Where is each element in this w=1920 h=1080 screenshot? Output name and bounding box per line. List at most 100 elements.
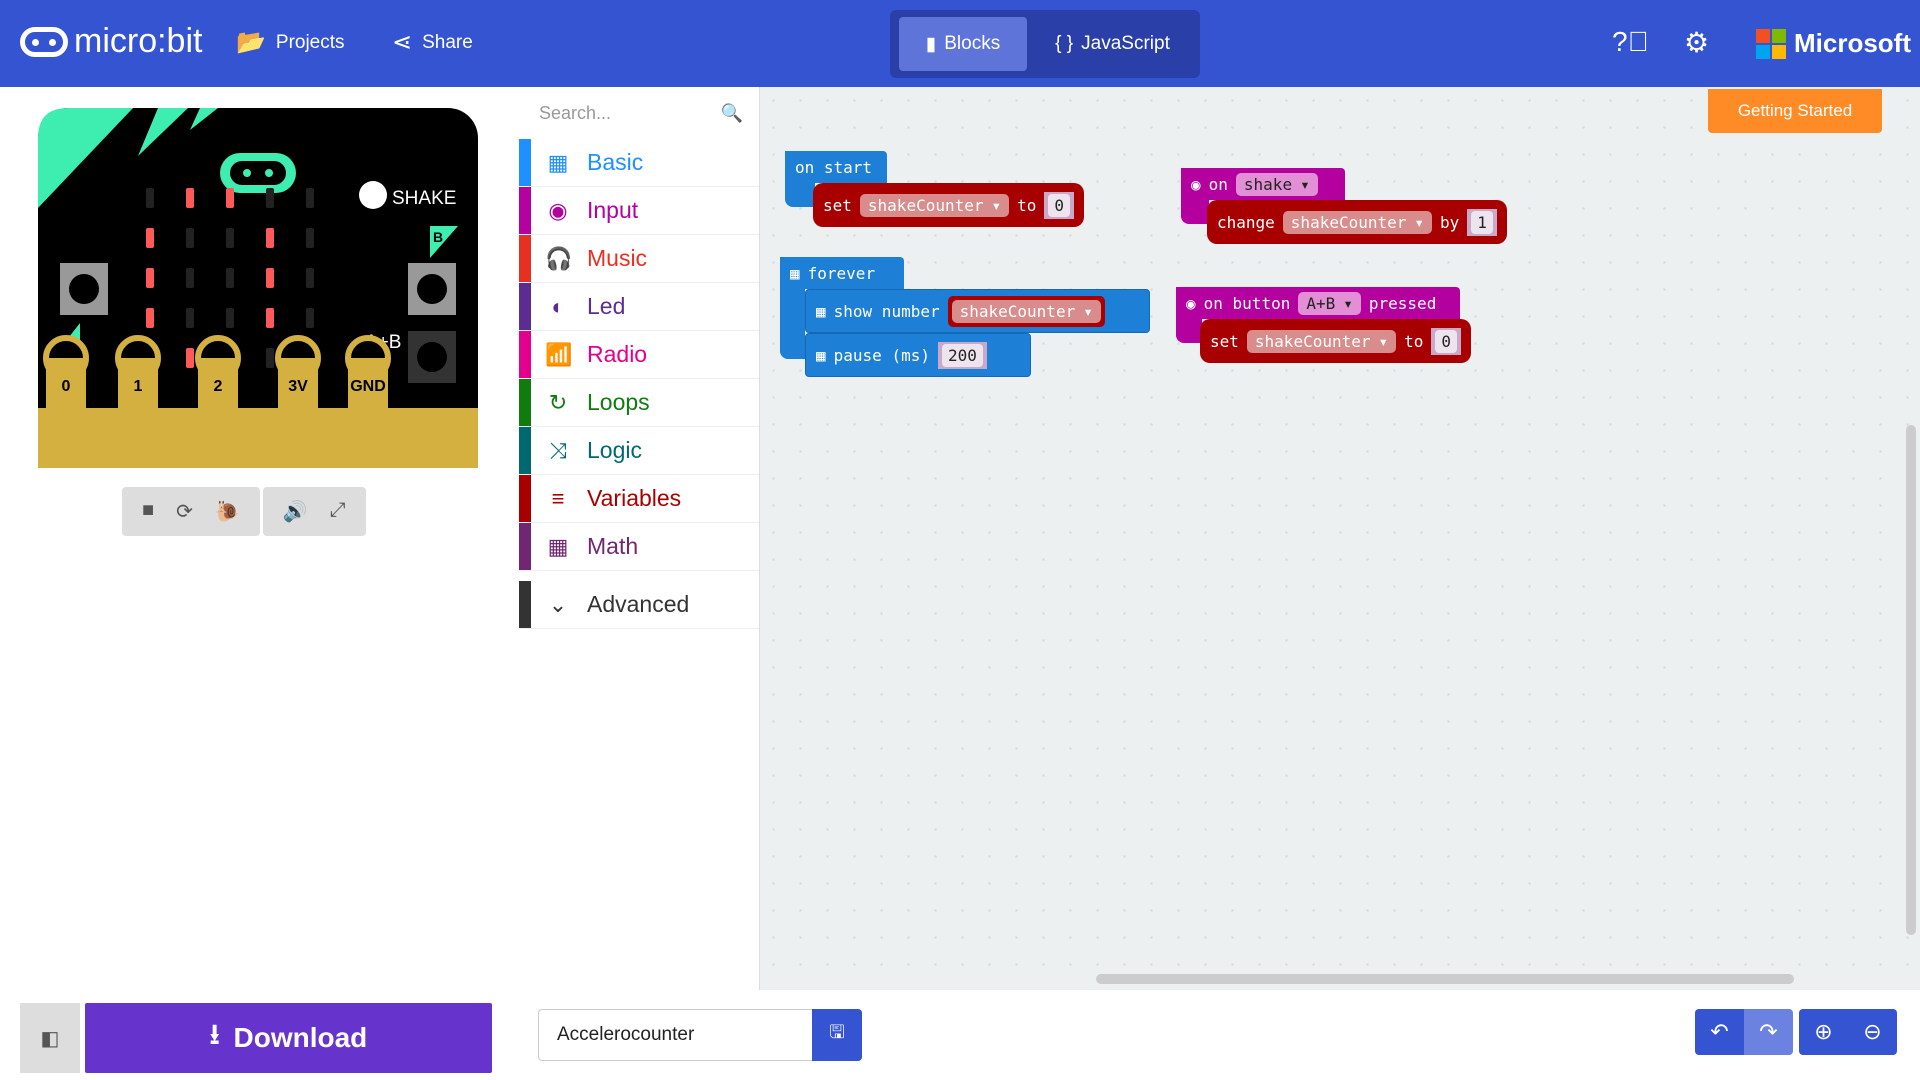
tab-javascript[interactable]: { } JavaScript (1030, 17, 1195, 71)
category-label: Input (587, 197, 639, 223)
download-icon: ⭳ (209, 1019, 220, 1050)
led (186, 228, 194, 248)
projects-button[interactable]: 📂 Projects (236, 28, 345, 57)
share-icon: ⋖ (392, 29, 413, 56)
puzzle-icon: ▮ (925, 33, 937, 55)
music-icon: 🎧 (545, 245, 573, 271)
tab-blocks[interactable]: ▮ Blocks (899, 17, 1027, 71)
undo-button[interactable]: ↶ (1695, 1009, 1744, 1055)
led (266, 228, 274, 248)
project-name-input[interactable]: Accelerocounter (538, 1009, 813, 1061)
stop-icon[interactable]: ■ (142, 499, 154, 524)
led (226, 308, 234, 328)
value-input[interactable]: 0 (1435, 329, 1458, 353)
mute-icon[interactable]: 🔊 (283, 499, 308, 524)
led (266, 308, 274, 328)
editor-controls: ↶ ↷ ⊕ ⊖ (1695, 1009, 1897, 1055)
on-start-block[interactable]: on start set shakeCounter ▾ to 0 (785, 151, 1085, 227)
variable-dropdown[interactable]: shakeCounter ▾ (1246, 329, 1397, 353)
led (266, 348, 274, 368)
slow-motion-icon[interactable]: 🐌 (215, 499, 240, 524)
toolbox-category-variables[interactable]: ≡ Variables (519, 475, 759, 523)
led (306, 308, 314, 328)
svg-text:3V: 3V (288, 378, 308, 395)
toolbox-search[interactable]: Search... 🔍 (519, 87, 759, 139)
forever-block[interactable]: ▦ forever ▦ show number shakeCounter ▾ ▦ paus… (780, 257, 1150, 377)
share-button[interactable]: ⋖ Share (392, 28, 473, 57)
pin-3V[interactable]: 3V (275, 335, 321, 408)
value-input[interactable]: 1 (1471, 210, 1493, 234)
collapse-simulator-button[interactable]: ◧ (20, 1003, 80, 1073)
toolbox-category-logic[interactable]: ⤨ Logic (519, 427, 759, 475)
restart-icon[interactable]: ⟳ (176, 499, 193, 524)
bottom-bar: ◧ ⭳ Download Accelerocounter 🖫 ↶ ↷ ⊕ ⊖ (0, 990, 1920, 1080)
category-label: Led (587, 293, 626, 319)
vertical-scrollbar[interactable] (1906, 425, 1916, 935)
category-label: Logic (587, 437, 642, 463)
button-dropdown[interactable]: A+B ▾ (1298, 291, 1361, 315)
getting-started-button[interactable]: Getting Started (1708, 89, 1882, 133)
value-input[interactable]: 0 (1048, 193, 1071, 217)
toolbox-advanced[interactable]: ⌄ Advanced (519, 581, 759, 629)
pin-0[interactable]: 0 (43, 335, 89, 408)
variables-icon: ≡ (551, 485, 565, 511)
save-button[interactable]: 🖫 (812, 1009, 862, 1061)
toolbox-category-input[interactable]: ◉ Input (519, 187, 759, 235)
led (266, 188, 274, 208)
redo-button[interactable]: ↷ (1744, 1009, 1793, 1055)
led (226, 268, 234, 288)
toolbox-category-music[interactable]: 🎧 Music (519, 235, 759, 283)
microbit-logo[interactable]: micro:bit (20, 22, 202, 61)
radio-icon: 📶 (545, 341, 573, 367)
toolbox-category-led[interactable]: ◐ Led (519, 283, 759, 331)
blocks-workspace[interactable]: Getting Started on start set shakeCounter… (760, 87, 1920, 990)
help-icon[interactable]: ?⃝ (1612, 26, 1649, 58)
category-label: Variables (587, 485, 682, 511)
led (306, 268, 314, 288)
input-icon: ◉ (1191, 174, 1201, 194)
led (226, 228, 234, 248)
led (186, 308, 194, 328)
horizontal-scrollbar[interactable] (1096, 974, 1794, 984)
microbit-board[interactable]: SHAKE A B A+B 0123VGND (38, 108, 478, 468)
gear-icon[interactable]: ⚙ (1684, 26, 1709, 59)
led (186, 348, 194, 368)
category-label: Music (587, 245, 648, 271)
pin-1[interactable]: 1 (115, 335, 161, 408)
led (266, 268, 274, 288)
variable-dropdown[interactable]: shakeCounter ▾ (951, 299, 1101, 323)
gesture-dropdown[interactable]: shake ▾ (1235, 172, 1318, 196)
grid-icon: ▦ (816, 301, 826, 321)
svg-text:GND: GND (350, 378, 386, 395)
toolbox-category-loops[interactable]: ↻ Loops (519, 379, 759, 427)
on-button-pressed-block[interactable]: ◉ on button A+B ▾ pressed set shakeCounter ▾ to… (1176, 287, 1472, 363)
zoom-out-button[interactable]: ⊖ (1848, 1009, 1897, 1055)
svg-text:B: B (433, 229, 443, 245)
toolbox-category-math[interactable]: ▦ Math (519, 523, 759, 571)
variable-dropdown[interactable]: shakeCounter ▾ (1282, 210, 1433, 234)
grid-icon: ▦ (816, 345, 826, 365)
microbit-logo-icon (20, 26, 68, 57)
search-input[interactable]: Search... (539, 103, 611, 124)
toolbox-category-basic[interactable]: ▦ Basic (519, 139, 759, 187)
pin-GND[interactable]: GND (345, 335, 391, 408)
input-icon: ◉ (1186, 293, 1196, 313)
led-icon: ◐ (551, 293, 565, 319)
download-button[interactable]: ⭳ Download (85, 1003, 492, 1073)
header: micro:bit 📂 Projects ⋖ Share ▮ Blocks { } Ja… (0, 0, 1920, 87)
search-icon[interactable]: 🔍 (721, 103, 743, 124)
on-shake-block[interactable]: ◉ on shake ▾ change shakeCounter ▾ by 1 (1181, 168, 1507, 244)
basic-icon: ▦ (547, 149, 569, 175)
braces-icon: { } (1055, 33, 1074, 54)
led (146, 268, 154, 288)
microsoft-logo[interactable]: Microsoft (1756, 28, 1911, 59)
fullscreen-icon[interactable]: ⤢ (330, 499, 346, 524)
zoom-in-button[interactable]: ⊕ (1799, 1009, 1848, 1055)
pin-2[interactable]: 2 (195, 335, 241, 408)
variable-dropdown[interactable]: shakeCounter ▾ (859, 193, 1010, 217)
svg-text:0: 0 (62, 378, 71, 395)
led (306, 228, 314, 248)
microsoft-squares-icon (1756, 28, 1786, 59)
value-input[interactable]: 200 (941, 343, 983, 367)
toolbox-category-radio[interactable]: 📶 Radio (519, 331, 759, 379)
